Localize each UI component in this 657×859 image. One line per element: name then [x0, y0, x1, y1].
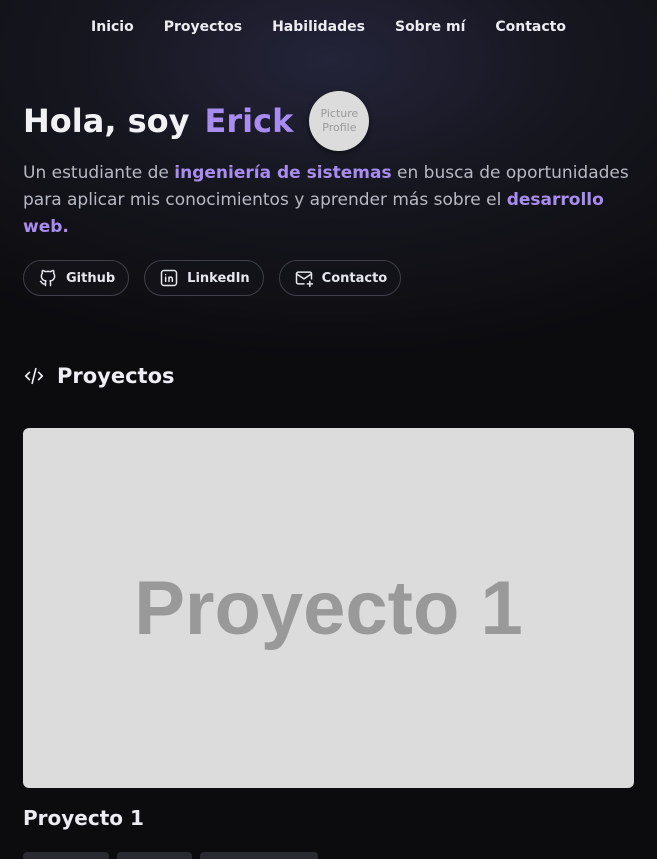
- nav-link-inicio[interactable]: Inicio: [91, 19, 134, 35]
- hero-intro: Un estudiante de ingeniería de sistemas …: [23, 160, 638, 241]
- hero-title: Hola, soy Erick Picture Profile: [23, 91, 370, 151]
- github-button[interactable]: Github: [23, 260, 130, 296]
- project-tags: [23, 852, 318, 859]
- project-title: Proyecto 1: [23, 806, 144, 830]
- nav-link-proyectos[interactable]: Proyectos: [164, 19, 242, 35]
- linkedin-label: LinkedIn: [187, 270, 250, 286]
- contact-label: Contacto: [321, 270, 388, 286]
- avatar-placeholder-line2: Profile: [322, 121, 357, 134]
- nav-link-habilidades[interactable]: Habilidades: [272, 19, 365, 35]
- project-tag: [200, 852, 318, 859]
- linkedin-button[interactable]: LinkedIn: [144, 260, 264, 296]
- linkedin-icon: [160, 269, 178, 287]
- github-label: Github: [66, 270, 116, 286]
- avatar: Picture Profile: [309, 91, 370, 151]
- social-links: Github LinkedIn Contacto: [23, 260, 402, 296]
- avatar-placeholder-line1: Picture: [320, 107, 359, 120]
- project-image-placeholder[interactable]: Proyecto 1: [23, 428, 634, 788]
- contact-button[interactable]: Contacto: [278, 260, 402, 296]
- mail-icon: [295, 271, 313, 288]
- nav-link-contacto[interactable]: Contacto: [495, 19, 566, 35]
- project-tag: [23, 852, 109, 859]
- project-tag: [117, 852, 192, 859]
- project-image-text: Proyecto 1: [134, 565, 523, 651]
- github-icon: [39, 269, 56, 287]
- intro-highlight-1: ingeniería de sistemas: [174, 163, 392, 183]
- main-nav: Inicio Proyectos Habilidades Sobre mí Co…: [0, 19, 657, 35]
- hero-name: Erick: [204, 102, 294, 140]
- intro-text-1: Un estudiante de: [23, 163, 175, 183]
- hero-greeting: Hola, soy: [23, 102, 190, 140]
- nav-link-sobre-mi[interactable]: Sobre mí: [395, 19, 465, 35]
- projects-heading: Proyectos: [57, 364, 175, 388]
- code-icon: [24, 367, 44, 385]
- projects-section-title: Proyectos: [23, 364, 175, 388]
